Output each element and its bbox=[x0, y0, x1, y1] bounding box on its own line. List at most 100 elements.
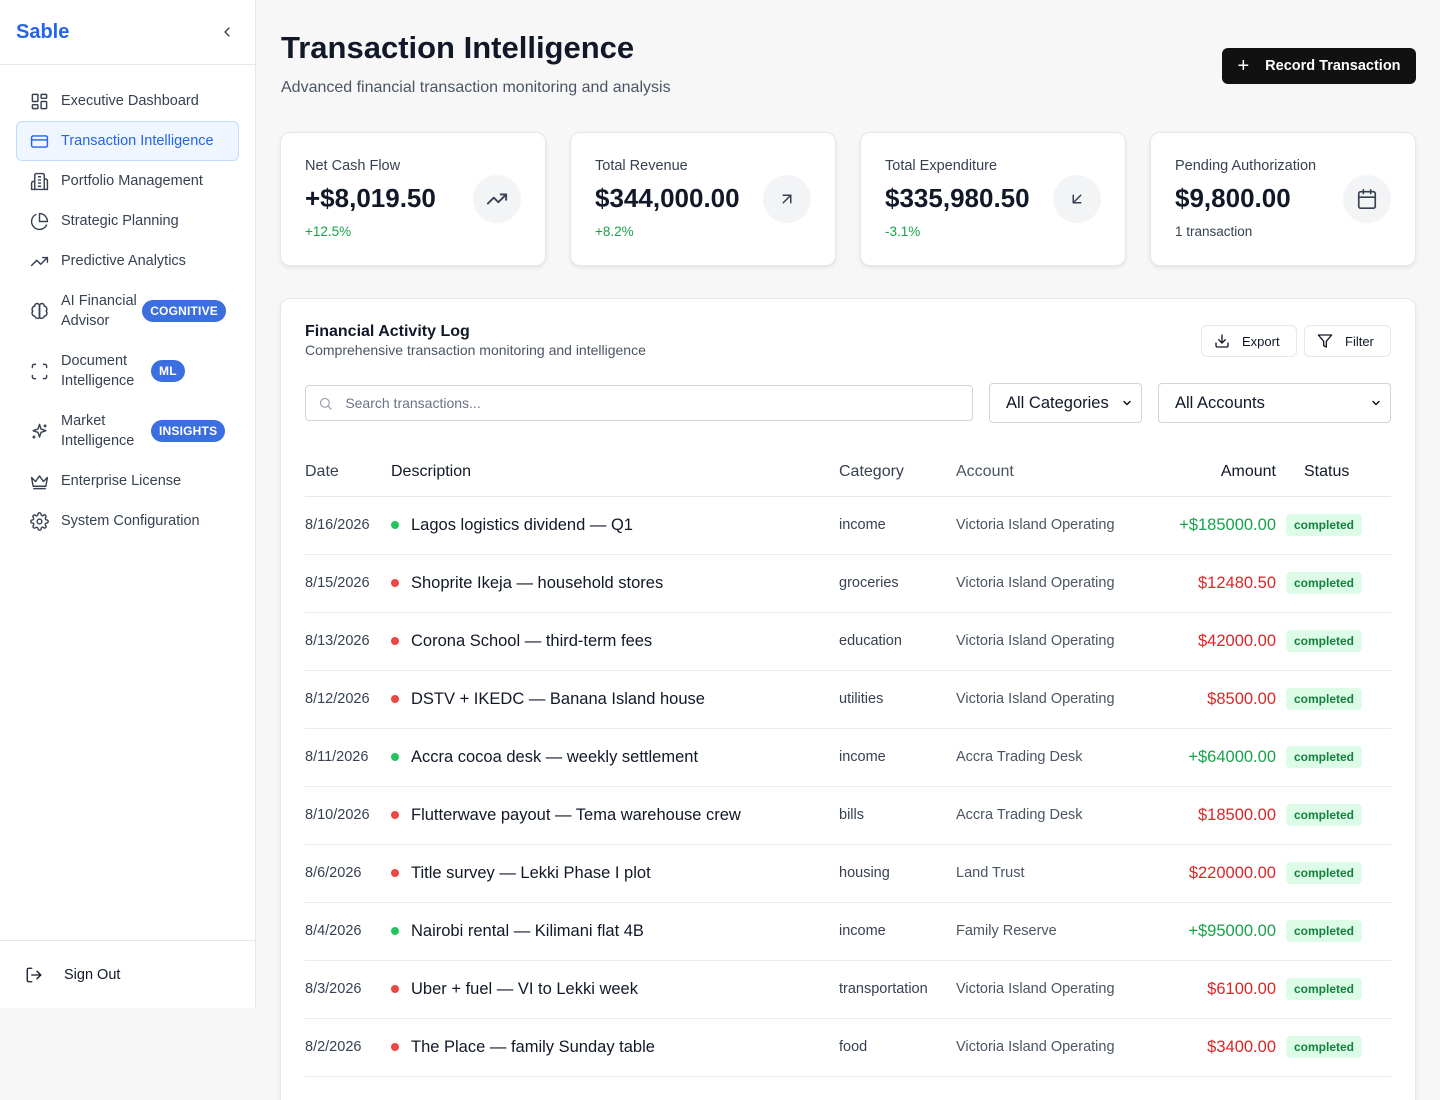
sidebar-item-document-intelligence[interactable]: Document Intelligence ML bbox=[16, 341, 239, 401]
cell-amount: $3400.00 bbox=[1156, 1018, 1286, 1077]
cell-date: 8/4/2026 bbox=[305, 902, 391, 961]
description-wrap: Nairobi rental — Kilimani flat 4B bbox=[391, 922, 839, 941]
table-row[interactable]: 8/12/2026 DSTV + IKEDC — Banana Island ho… bbox=[305, 670, 1391, 729]
financial-activity-log: Financial Activity Log Comprehensive tra… bbox=[280, 298, 1416, 1100]
sidebar-item-executive-dashboard[interactable]: Executive Dashboard bbox=[16, 81, 239, 121]
cell-status: completed bbox=[1286, 902, 1391, 961]
export-button[interactable]: Export bbox=[1201, 325, 1297, 357]
description-wrap: The Place — family Sunday table bbox=[391, 1038, 839, 1057]
cell-date: 8/6/2026 bbox=[305, 844, 391, 903]
cell-amount: +$95000.00 bbox=[1156, 902, 1286, 961]
stat-card-net-cash-flow: Net Cash Flow +$8,019.50 +12.5% bbox=[280, 132, 546, 266]
table-row[interactable]: 8/2/2026 The Place — family Sunday table f… bbox=[305, 1018, 1391, 1077]
sidebar-item-portfolio-management[interactable]: Portfolio Management bbox=[16, 161, 239, 201]
transaction-type-dot bbox=[391, 695, 399, 703]
column-header-amount[interactable]: Amount bbox=[1156, 449, 1286, 497]
cell-date: 8/15/2026 bbox=[305, 554, 391, 613]
sidebar-item-transaction-intelligence[interactable]: Transaction Intelligence bbox=[16, 121, 239, 161]
status-badge: completed bbox=[1286, 688, 1363, 710]
cell-account: Victoria Island Operating bbox=[956, 1018, 1156, 1077]
account-select[interactable]: All Accounts bbox=[1158, 383, 1391, 423]
sidebar-item-predictive-analytics[interactable]: Predictive Analytics bbox=[16, 241, 239, 281]
export-label: Export bbox=[1242, 333, 1280, 349]
column-header-date[interactable]: Date bbox=[305, 449, 391, 497]
sidebar-item-market-intelligence[interactable]: Market Intelligence INSIGHTS bbox=[16, 401, 239, 461]
scan-icon bbox=[29, 361, 49, 381]
brand-logo[interactable]: Sable bbox=[16, 21, 69, 44]
stat-change: 1 transaction bbox=[1175, 224, 1253, 239]
cell-account: Family Reserve bbox=[956, 902, 1156, 961]
cell-status: completed bbox=[1286, 554, 1391, 613]
cell-category: utilities bbox=[839, 670, 956, 729]
amount-value: $42000.00 bbox=[1198, 631, 1276, 650]
amount-value: $12480.50 bbox=[1198, 573, 1276, 592]
sidebar-item-enterprise-license[interactable]: Enterprise License bbox=[16, 461, 239, 501]
filter-button[interactable]: Filter bbox=[1304, 325, 1391, 357]
description-wrap: Uber + fuel — VI to Lekki week bbox=[391, 980, 839, 999]
table-row[interactable]: 8/11/2026 Accra cocoa desk — weekly settl… bbox=[305, 728, 1391, 787]
account-select-value: All Accounts bbox=[1175, 393, 1265, 412]
sidebar-item-system-configuration[interactable]: System Configuration bbox=[16, 501, 239, 541]
download-icon bbox=[1214, 333, 1230, 349]
cell-description: Accra cocoa desk — weekly settlement bbox=[391, 728, 839, 787]
cell-date: 8/11/2026 bbox=[305, 728, 391, 787]
chevron-down-icon bbox=[1123, 400, 1131, 406]
description-text: Title survey — Lekki Phase I plot bbox=[411, 863, 651, 882]
transaction-type-dot bbox=[391, 521, 399, 529]
category-select[interactable]: All Categories bbox=[989, 383, 1142, 423]
amount-value: +$64000.00 bbox=[1188, 747, 1276, 766]
search-input[interactable] bbox=[345, 395, 960, 411]
cell-amount: $12480.50 bbox=[1156, 554, 1286, 613]
page-subtitle: Advanced financial transaction monitorin… bbox=[281, 79, 671, 96]
cell-status: completed bbox=[1286, 844, 1391, 903]
sidebar-item-label: System Configuration bbox=[61, 513, 200, 529]
cell-date: 8/3/2026 bbox=[305, 960, 391, 1019]
cell-description: Flutterwave payout — Tema warehouse crew bbox=[391, 786, 839, 845]
transaction-type-dot bbox=[391, 753, 399, 761]
cell-status: completed bbox=[1286, 786, 1391, 845]
filter-icon bbox=[1317, 333, 1333, 349]
calendar-icon bbox=[1343, 175, 1391, 223]
status-badge: completed bbox=[1286, 514, 1363, 536]
cell-category: income bbox=[839, 902, 956, 961]
sidebar-item-strategic-planning[interactable]: Strategic Planning bbox=[16, 201, 239, 241]
transaction-type-dot bbox=[391, 637, 399, 645]
collapse-sidebar-button[interactable] bbox=[215, 20, 239, 44]
sign-out-button[interactable]: Sign Out bbox=[0, 940, 255, 1008]
table-row[interactable]: 8/13/2026 Corona School — third-term fees… bbox=[305, 612, 1391, 671]
table-body: 8/16/2026 Lagos logistics dividend — Q1 in… bbox=[305, 496, 1391, 1077]
table-row[interactable]: 8/15/2026 Shoprite Ikeja — household stor… bbox=[305, 554, 1391, 613]
table-row[interactable]: 8/16/2026 Lagos logistics dividend — Q1 in… bbox=[305, 496, 1391, 555]
sidebar-item-label: Document Intelligence bbox=[61, 353, 135, 389]
sidebar-item-ai-financial-advisor[interactable]: AI Financial Advisor COGNITIVE bbox=[16, 281, 239, 341]
column-header-status[interactable]: Status bbox=[1286, 449, 1391, 497]
table-row[interactable]: 8/4/2026 Nairobi rental — Kilimani flat 4… bbox=[305, 902, 1391, 961]
column-header-category[interactable]: Category bbox=[839, 449, 956, 497]
stats-row: Net Cash Flow +$8,019.50 +12.5% Total Re… bbox=[280, 132, 1416, 266]
log-out-icon bbox=[24, 965, 44, 985]
cell-date: 8/10/2026 bbox=[305, 786, 391, 845]
table-row[interactable]: 8/3/2026 Uber + fuel — VI to Lekki week tr… bbox=[305, 960, 1391, 1019]
description-text: Nairobi rental — Kilimani flat 4B bbox=[411, 921, 644, 940]
stat-change: +8.2% bbox=[595, 224, 634, 239]
cell-account: Accra Trading Desk bbox=[956, 786, 1156, 845]
table-row[interactable]: 8/6/2026 Title survey — Lekki Phase I plo… bbox=[305, 844, 1391, 903]
sign-out-label: Sign Out bbox=[64, 966, 121, 983]
chevron-down-icon bbox=[1372, 400, 1380, 406]
description-wrap: Corona School — third-term fees bbox=[391, 632, 839, 651]
column-header-description[interactable]: Description bbox=[391, 449, 839, 497]
column-header-account[interactable]: Account bbox=[956, 449, 1156, 497]
cell-description: Uber + fuel — VI to Lekki week bbox=[391, 960, 839, 1019]
table-row[interactable]: 8/10/2026 Flutterwave payout — Tema wareh… bbox=[305, 786, 1391, 845]
sidebar-item-label: Enterprise License bbox=[61, 473, 182, 489]
trending-up-icon bbox=[29, 251, 49, 271]
cell-account: Victoria Island Operating bbox=[956, 496, 1156, 555]
stat-label: Pending Authorization bbox=[1175, 158, 1317, 174]
transaction-type-dot bbox=[391, 1043, 399, 1051]
cell-account: Victoria Island Operating bbox=[956, 960, 1156, 1019]
cell-amount: +$64000.00 bbox=[1156, 728, 1286, 787]
brain-icon bbox=[29, 301, 49, 321]
record-transaction-button[interactable]: + Record Transaction bbox=[1222, 48, 1416, 84]
cell-status: completed bbox=[1286, 960, 1391, 1019]
description-wrap: Shoprite Ikeja — household stores bbox=[391, 574, 839, 593]
